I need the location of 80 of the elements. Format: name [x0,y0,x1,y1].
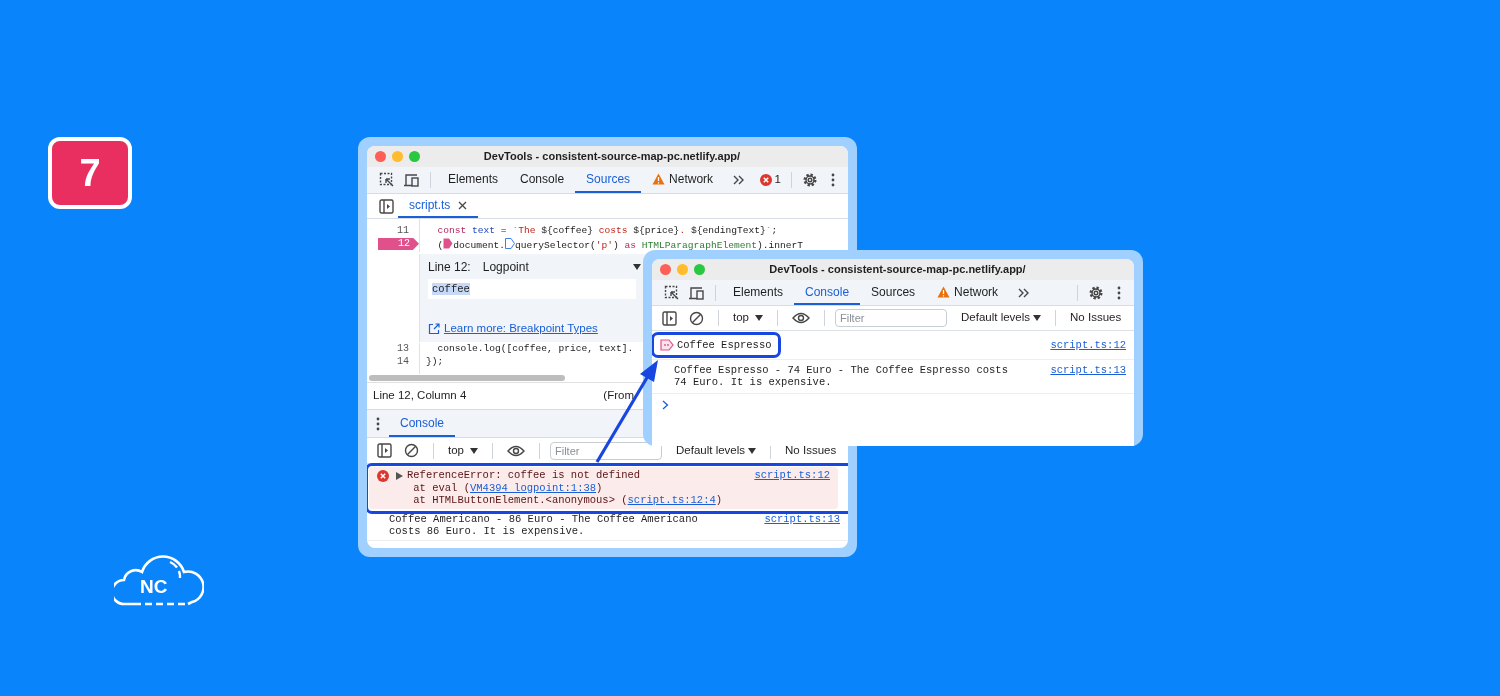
close-button[interactable] [375,151,386,162]
error-icon [377,470,389,482]
line-number[interactable]: 14 [397,355,409,367]
issues-button[interactable]: No Issues [1066,309,1126,327]
source-link[interactable]: VM4394 logpoint:1:38 [470,481,597,494]
panel-tab[interactable]: Sources [860,280,927,305]
close-button[interactable] [660,264,671,275]
breakpoint-type-dropdown[interactable]: Logpoint [478,258,645,276]
log-message: Coffee Espresso - 74 Euro - The Coffee Espresso costs 74 Euro. It is expensive. [674,363,1009,389]
eye-icon[interactable] [507,444,525,457]
sidebar-toggle-icon[interactable] [379,198,394,214]
issues-button[interactable]: No Issues [781,441,841,460]
cursor-position: Line 12, Column 4 [373,388,467,404]
code-text: document. [453,239,506,251]
caret-icon [632,264,641,270]
menu-icon[interactable] [375,416,381,431]
filter-field[interactable]: Filter [550,441,662,460]
code-text: ( [436,239,444,251]
sidebar-toggle-icon[interactable] [377,443,392,458]
expression-field[interactable]: coffee [428,279,636,299]
device-toolbar-icon[interactable] [403,172,420,188]
error-icon [759,174,772,186]
source-link[interactable]: script.ts:13 [764,512,840,538]
source-link[interactable]: script.ts:12:4 [627,494,716,506]
source-link[interactable]: script.ts:13 [1050,363,1126,389]
panel-tab[interactable]: Network [641,167,725,193]
horizontal-scrollbar[interactable] [369,375,565,381]
code-text: querySelector('p') as HTMLParagraphElement).innerT [515,239,803,251]
panel-tab[interactable]: Console [509,167,576,193]
logo-text: NC [140,577,168,596]
error-message: ReferenceError: coffee is not defined [407,469,642,482]
context-dropdown[interactable]: top [444,441,482,460]
sidebar-toggle-icon[interactable] [662,310,677,326]
menu-icon[interactable] [830,173,836,187]
window-title: DevTools - consistent-source-map-pc.netlify.app/ [768,262,1027,278]
panel-tab[interactable]: Elements [437,167,510,193]
caret-icon [1033,315,1042,321]
file-tab[interactable]: script.ts [398,194,479,218]
close-icon[interactable] [458,200,468,210]
settings-icon[interactable] [1088,284,1104,301]
line-number[interactable]: 11 [397,225,409,236]
line-number[interactable]: 13 [397,343,409,354]
stack-frame: at eval (VM4394 logpoint:1:38) [407,481,747,494]
caret-icon [755,315,763,321]
window-title: DevTools - consistent-source-map-pc.netlify.app/ [482,149,742,165]
source-link[interactable]: script.ts:12 [1050,339,1126,355]
log-message: Coffee Espresso [677,339,772,352]
clear-console-icon[interactable] [689,310,704,326]
clear-console-icon[interactable] [404,443,419,458]
logpoint-icon [660,339,674,352]
line-number[interactable]: 12 [378,237,419,250]
settings-icon[interactable] [802,172,818,188]
external-link-icon[interactable] [428,322,440,335]
code-text: console.log([coffee, price, text]. [436,343,634,354]
eye-icon[interactable] [792,312,810,324]
prompt-chevron-icon [662,399,669,410]
inspect-icon[interactable] [664,284,680,301]
code-text: }); [426,355,444,367]
line-label: Line 12: [428,259,471,276]
stack-frame: at HTMLButtonElement.<anonymous> (script.ts:12:4) [407,494,747,507]
menu-icon[interactable] [1116,285,1122,300]
error-count-button[interactable]: 1 [755,171,785,189]
breakpoint-marker-icon[interactable] [505,237,516,249]
inspect-icon[interactable] [379,172,395,188]
code-text: const text = `The ${coffee} costs ${price}. ${endingText}`; [436,225,778,236]
help-link[interactable]: Learn more: Breakpoint Types [444,320,598,338]
panel-tab[interactable]: Network [926,280,1010,305]
source-map-info: (From [603,388,634,404]
step-number-badge: 7 [48,137,132,209]
context-dropdown[interactable]: top [729,309,767,327]
log-message: Coffee Americano - 86 Euro - The Coffee Americano costs 86 Euro. It is expensive. [389,512,699,538]
logpoint-marker-icon[interactable] [443,237,454,249]
panel-tab[interactable]: Elements [722,280,795,305]
log-levels-dropdown[interactable]: Default levels [672,441,761,460]
expand-triangle-icon[interactable] [396,472,403,480]
source-link[interactable]: script.ts:12 [754,469,830,507]
filter-field[interactable]: Filter [835,309,947,327]
log-levels-dropdown[interactable]: Default levels [957,309,1046,327]
caret-icon [470,447,478,454]
device-toolbar-icon[interactable] [688,284,705,301]
